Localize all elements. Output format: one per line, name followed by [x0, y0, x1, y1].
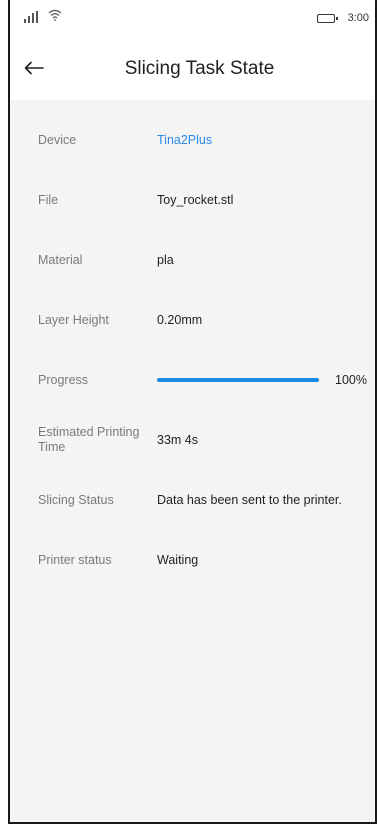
- wifi-icon: [48, 9, 62, 21]
- layer-height-row: Layer Height 0.20mm: [10, 290, 375, 350]
- estimated-time-label: Estimated Printing Time: [38, 425, 140, 454]
- printer-status-label: Printer status: [38, 552, 112, 567]
- device-link[interactable]: Tina2Plus: [157, 132, 375, 148]
- status-time: 3:00: [347, 12, 369, 24]
- file-row: File Toy_rocket.stl: [10, 170, 375, 230]
- page-title: Slicing Task State: [124, 58, 275, 79]
- material-label: Material: [38, 252, 83, 267]
- estimated-time-row: Estimated Printing Time 33m 4s: [10, 410, 375, 470]
- file-label: File: [38, 192, 59, 207]
- status-bar: 3:00: [10, 0, 375, 40]
- slicing-status-row: Slicing Status Data has been sent to the…: [10, 470, 375, 530]
- estimated-time-value: 33m 4s: [157, 433, 198, 447]
- material-row: Material pla: [10, 230, 375, 290]
- app-header: Slicing Task State: [10, 40, 375, 100]
- task-details: Device Tina2Plus File Toy_rocket.stl Mat…: [10, 100, 375, 590]
- slicing-status-value: Data has been sent to the printer.: [157, 493, 342, 507]
- progress-indicator: 100%: [157, 373, 375, 387]
- printer-status-value: Waiting: [157, 553, 199, 567]
- progress-bar-fill: [157, 378, 319, 382]
- layer-height-label: Layer Height: [38, 312, 109, 327]
- file-value: Toy_rocket.stl: [157, 193, 234, 207]
- battery-icon: [317, 14, 338, 23]
- printer-status-row: Printer status Waiting: [10, 530, 375, 590]
- progress-row: Progress 100%: [10, 350, 375, 410]
- phone-screen: 3:00 Slicing Task State Device Tina2Plus…: [8, 0, 377, 824]
- material-value: pla: [157, 253, 174, 267]
- signal-icon: [24, 11, 38, 23]
- device-label: Device: [38, 132, 77, 147]
- progress-percent: 100%: [335, 373, 367, 387]
- layer-height-value: 0.20mm: [157, 313, 203, 327]
- slicing-status-label: Slicing Status: [38, 492, 114, 507]
- progress-label: Progress: [38, 372, 89, 387]
- progress-bar: [157, 378, 319, 382]
- device-row: Device Tina2Plus: [10, 110, 375, 170]
